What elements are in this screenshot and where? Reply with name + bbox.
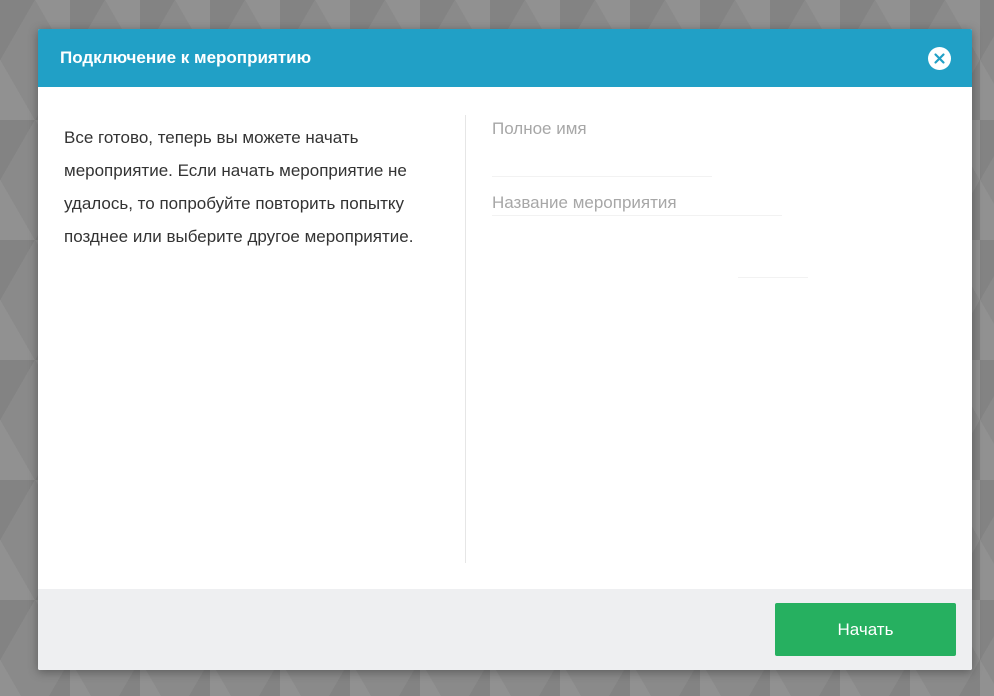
event-name-underline-top [492, 215, 782, 216]
dialog-header: Подключение к мероприятию [38, 29, 972, 87]
column-divider [465, 115, 466, 563]
event-name-input[interactable] [492, 183, 892, 223]
event-name-underline [738, 277, 808, 278]
dialog-footer: Начать [38, 589, 972, 670]
dialog-title: Подключение к мероприятию [60, 48, 312, 67]
start-button[interactable]: Начать [775, 603, 956, 656]
close-circle-icon [934, 53, 945, 64]
full-name-underline [492, 176, 712, 177]
join-event-dialog: Подключение к мероприятию Все готово, те… [38, 29, 972, 670]
instructions-text: Все готово, теперь вы можете начать меро… [64, 128, 414, 246]
full-name-input[interactable] [492, 109, 892, 149]
close-button[interactable] [928, 47, 951, 70]
dialog-body: Все готово, теперь вы можете начать меро… [38, 87, 972, 589]
